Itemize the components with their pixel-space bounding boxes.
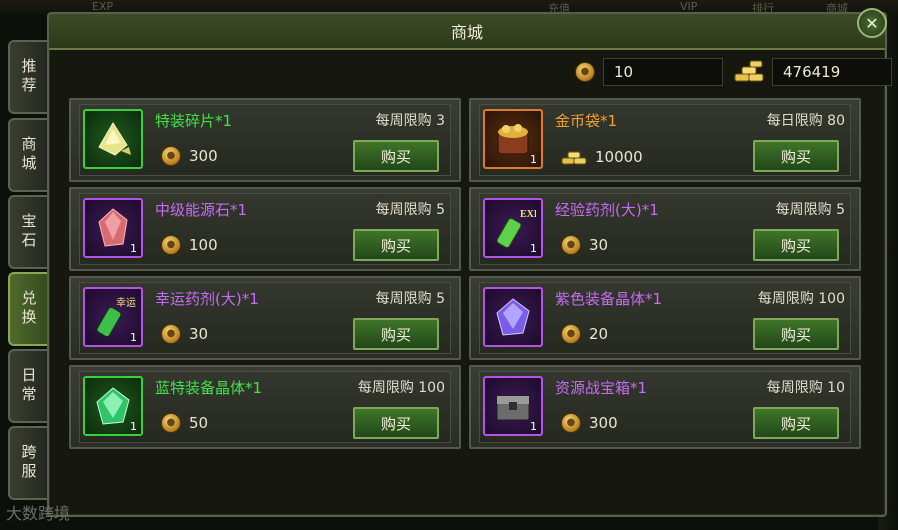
item-name: 特装碎片*1: [155, 112, 233, 130]
shop-item-card: 幸运 1 幸运药剂(大)*1 每周限购 5 ● 30 购买: [69, 276, 461, 360]
purchase-limit: 每周限购 10: [766, 380, 845, 396]
shop-window: 商城 ✕ ● 10 476419 特装碎片*1 每周限购 3 ● 300 购买 …: [47, 8, 892, 517]
resource-chest-icon: 1: [483, 376, 543, 436]
shop-item-card: 1 资源战宝箱*1 每周限购 10 ● 300 购买: [469, 365, 861, 449]
coin-icon: ●: [161, 146, 181, 166]
buy-button[interactable]: 购买: [753, 229, 839, 261]
resource-chest-graphic: [496, 395, 530, 421]
side-tab-gems[interactable]: 宝石: [8, 195, 48, 269]
energy-stone-graphic: [98, 208, 128, 247]
item-price: 50: [189, 414, 209, 432]
item-name: 经验药剂(大)*1: [555, 201, 659, 219]
coin-icon: ●: [161, 235, 181, 255]
shop-item-card: 紫色装备晶体*1 每周限购 100 ● 20 购买: [469, 276, 861, 360]
gold-balance-field: 476419: [772, 58, 892, 86]
purple-crystal-icon: [483, 287, 543, 347]
item-count: 1: [130, 331, 137, 344]
side-tab-store[interactable]: 商城: [8, 118, 48, 192]
purple-crystal-graphic: [496, 298, 530, 336]
side-tab-recommend[interactable]: 推荐: [8, 40, 48, 114]
shop-item-card: 1 金币袋*1 每日限购 80 10000 购买: [469, 98, 861, 182]
purchase-limit: 每周限购 5: [375, 291, 445, 307]
buy-button[interactable]: 购买: [753, 407, 839, 439]
coin-bag-icon: 1: [483, 109, 543, 169]
title-bar: 商城: [49, 14, 885, 50]
buy-button[interactable]: 购买: [753, 318, 839, 350]
coin-icon: ●: [161, 324, 181, 344]
side-tab-label: 推荐: [19, 58, 38, 96]
purchase-limit: 每周限购 100: [757, 291, 845, 307]
shop-item-card: 1 中级能源石*1 每周限购 5 ● 100 购买: [69, 187, 461, 271]
price-row: 10000: [561, 146, 643, 168]
buy-button[interactable]: 购买: [353, 407, 439, 439]
side-tab-label: 宝石: [19, 213, 38, 251]
coin-icon: ●: [561, 413, 581, 433]
close-icon: ✕: [865, 13, 879, 33]
side-tab-exchange[interactable]: 兑换: [8, 272, 48, 346]
green-crystal-icon: 1: [83, 376, 143, 436]
shop-item-card: 特装碎片*1 每周限购 3 ● 300 购买: [69, 98, 461, 182]
item-price: 300: [189, 147, 218, 165]
green-crystal-graphic: [96, 387, 130, 425]
item-price: 30: [189, 325, 209, 343]
price-row: ● 20: [561, 324, 608, 344]
item-count: 1: [130, 242, 137, 255]
side-tab-cross-server[interactable]: 跨服: [8, 426, 48, 500]
item-price: 300: [589, 414, 618, 432]
item-price: 20: [589, 325, 609, 343]
item-name: 中级能源石*1: [155, 201, 248, 219]
buy-button[interactable]: 购买: [353, 140, 439, 172]
purchase-limit: 每日限购 80: [766, 113, 845, 129]
item-count: 1: [530, 242, 537, 255]
side-tab-label: 商城: [19, 136, 38, 174]
gold-ingots-icon: [561, 151, 587, 165]
purchase-limit: 每周限购 5: [775, 202, 845, 218]
coin-balance-field: 10: [603, 58, 723, 86]
item-name: 蓝特装备晶体*1: [155, 379, 263, 397]
coin-icon: ●: [561, 235, 581, 255]
purchase-limit: 每周限购 100: [357, 380, 445, 396]
close-button[interactable]: ✕: [857, 8, 887, 38]
purchase-limit: 每周限购 3: [375, 113, 445, 129]
price-row: ● 300: [161, 146, 218, 166]
item-price: 10000: [595, 148, 643, 166]
item-name: 金币袋*1: [555, 112, 618, 130]
price-row: ● 50: [161, 413, 208, 433]
price-row: ● 300: [561, 413, 618, 433]
coin-icon: ●: [161, 413, 181, 433]
item-name: 资源战宝箱*1: [555, 379, 648, 397]
purchase-limit: 每周限购 5: [375, 202, 445, 218]
exp-potion-icon: EXP 1: [483, 198, 543, 258]
item-price: 30: [589, 236, 609, 254]
item-price: 100: [189, 236, 218, 254]
item-name: 紫色装备晶体*1: [555, 290, 663, 308]
item-name: 幸运药剂(大)*1: [155, 290, 259, 308]
crystal-shards-icon: [83, 109, 143, 169]
gold-ingots-icon: [734, 60, 764, 82]
buy-button[interactable]: 购买: [353, 229, 439, 261]
price-row: ● 30: [561, 235, 608, 255]
window-title: 商城: [450, 23, 483, 42]
luck-badge: 幸运: [116, 297, 136, 309]
side-tab-label: 兑换: [19, 290, 38, 328]
exp-badge: EXP: [520, 209, 536, 220]
item-count: 1: [130, 420, 137, 433]
side-tab-daily[interactable]: 日常: [8, 349, 48, 423]
shop-item-card: 1 蓝特装备晶体*1 每周限购 100 ● 50 购买: [69, 365, 461, 449]
side-tab-label: 跨服: [19, 444, 38, 482]
buy-button[interactable]: 购买: [753, 140, 839, 172]
energy-stone-icon: 1: [83, 198, 143, 258]
buy-button[interactable]: 购买: [353, 318, 439, 350]
side-tab-label: 日常: [19, 367, 38, 405]
shop-item-card: EXP 1 经验药剂(大)*1 每周限购 5 ● 30 购买: [469, 187, 861, 271]
luck-potion-icon: 幸运 1: [83, 287, 143, 347]
coin-icon: ●: [561, 324, 581, 344]
price-row: ● 30: [161, 324, 208, 344]
crystal-shards-graphic: [98, 122, 131, 156]
item-count: 1: [530, 420, 537, 433]
coin-currency-icon: ●: [575, 62, 595, 82]
watermark: 大数跨境: [6, 504, 71, 523]
price-row: ● 100: [161, 235, 218, 255]
item-count: 1: [530, 153, 537, 166]
